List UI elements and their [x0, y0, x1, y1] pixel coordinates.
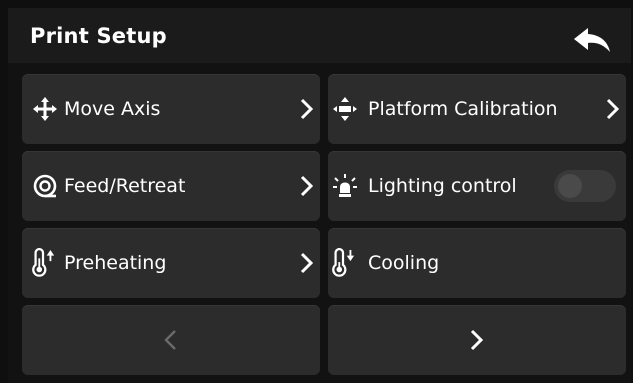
feed-retreat-icon — [32, 173, 58, 199]
preheating-button[interactable]: Preheating — [22, 228, 320, 298]
cooling-button[interactable]: Cooling — [328, 228, 626, 298]
feed-retreat-button[interactable]: Feed/Retreat — [22, 151, 320, 221]
lighting-control-row: Lighting control — [328, 151, 626, 221]
toggle-knob — [558, 174, 582, 198]
thermometer-up-icon — [30, 248, 56, 277]
move-axis-label: Move Axis — [64, 98, 161, 120]
light-icon — [332, 173, 358, 199]
move-axis-icon — [32, 96, 58, 122]
chevron-right-icon — [300, 252, 314, 274]
chevron-right-icon — [606, 98, 620, 120]
thermometer-down-icon — [330, 248, 356, 277]
chevron-left-icon — [164, 330, 176, 350]
header-bar: Print Setup — [8, 8, 631, 63]
preheating-label: Preheating — [64, 252, 167, 274]
lighting-control-label: Lighting control — [368, 175, 517, 197]
chevron-right-icon — [470, 329, 484, 351]
platform-calibration-label: Platform Calibration — [368, 98, 558, 120]
previous-page-button[interactable] — [22, 305, 320, 375]
chevron-right-icon — [300, 98, 314, 120]
lighting-toggle[interactable] — [554, 170, 616, 202]
platform-calibration-button[interactable]: Platform Calibration — [328, 74, 626, 144]
move-axis-button[interactable]: Move Axis — [22, 74, 320, 144]
platform-calibration-icon — [332, 96, 358, 122]
back-arrow-icon — [574, 28, 610, 52]
chevron-right-icon — [300, 175, 314, 197]
feed-retreat-label: Feed/Retreat — [64, 175, 186, 197]
back-button[interactable] — [566, 22, 618, 58]
page-title: Print Setup — [30, 24, 167, 48]
next-page-button[interactable] — [328, 305, 626, 375]
cooling-label: Cooling — [368, 252, 440, 274]
